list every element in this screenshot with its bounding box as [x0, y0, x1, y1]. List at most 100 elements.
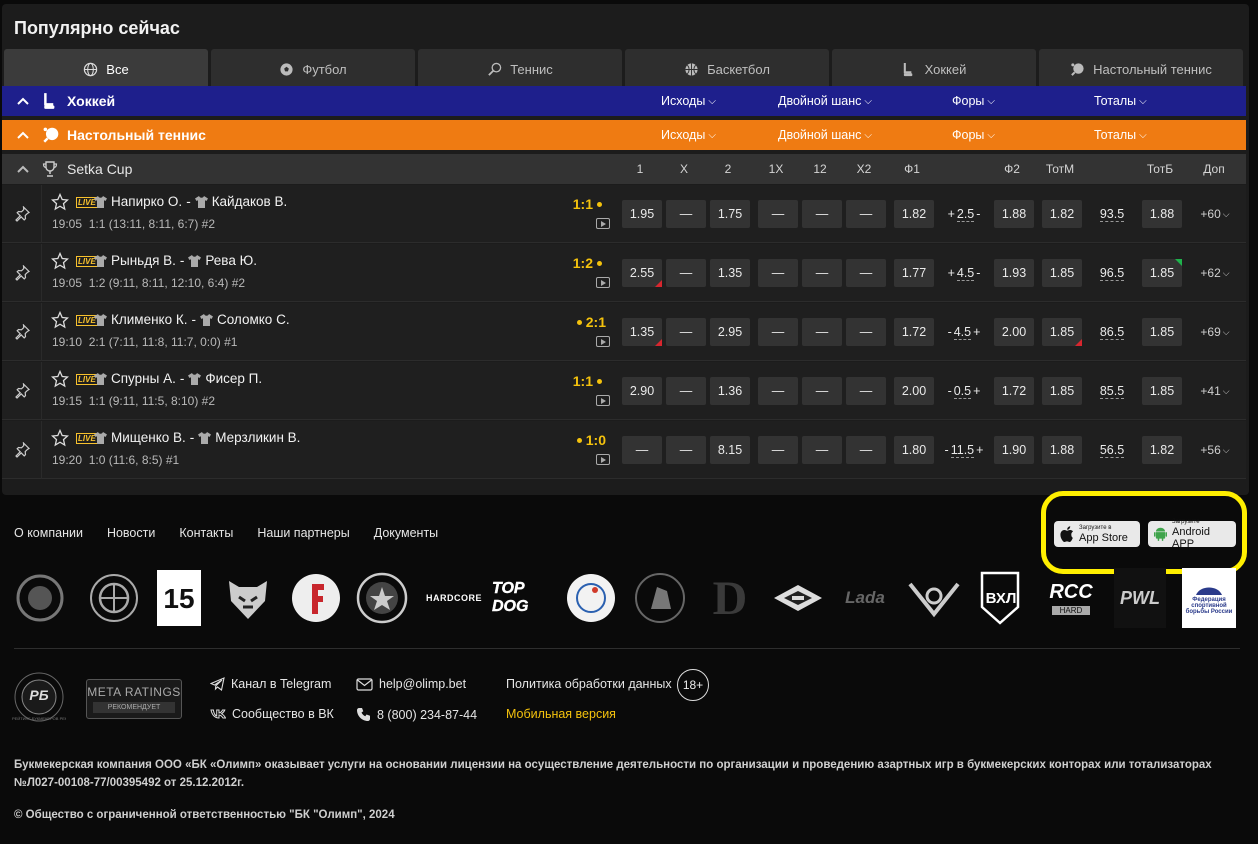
partner-logo-hardcore[interactable]: HARDCORE: [426, 568, 482, 628]
odd-button-totm[interactable]: 1.85: [1042, 259, 1082, 287]
tab-football[interactable]: Футбол: [211, 49, 415, 89]
tab-hockey[interactable]: Хоккей: [832, 49, 1036, 89]
handicap-value[interactable]: +2.5-: [944, 200, 984, 228]
odd-button[interactable]: 1.72: [894, 318, 934, 346]
odd-button[interactable]: —: [666, 318, 706, 346]
odd-button[interactable]: 2.95: [710, 318, 750, 346]
star-icon[interactable]: [50, 310, 70, 329]
star-icon[interactable]: [50, 428, 70, 447]
footer-link-contacts[interactable]: Контакты: [179, 526, 233, 540]
video-icon[interactable]: [596, 395, 610, 406]
match-teams[interactable]: Напирко О. - Кайдаков В.: [94, 194, 287, 209]
handicap-value[interactable]: -0.5 +: [944, 377, 984, 405]
odd-button[interactable]: 2.00: [894, 377, 934, 405]
handicap-value[interactable]: -4.5 +: [944, 318, 984, 346]
chevron-up-icon[interactable]: [12, 86, 34, 116]
odd-button[interactable]: 1.75: [710, 200, 750, 228]
odd-button-f2[interactable]: 2.00: [994, 318, 1034, 346]
video-icon[interactable]: [596, 277, 610, 288]
odd-button[interactable]: —: [802, 436, 842, 464]
partner-logo-badge[interactable]: [354, 568, 410, 628]
privacy-policy-link[interactable]: Политика обработки данных: [506, 677, 672, 691]
tab-table-tennis[interactable]: Настольный теннис: [1039, 49, 1243, 89]
market-handicaps[interactable]: Форы ⌵: [952, 86, 995, 116]
match-teams[interactable]: Спурны А. - Фисер П.: [94, 371, 262, 386]
partner-logo-handball[interactable]: [564, 568, 618, 628]
pin-icon[interactable]: [2, 421, 42, 479]
star-icon[interactable]: [50, 369, 70, 388]
footer-link-about[interactable]: О компании: [14, 526, 83, 540]
odd-button[interactable]: —: [802, 318, 842, 346]
pin-icon[interactable]: [2, 185, 42, 243]
chevron-up-icon[interactable]: [12, 120, 34, 150]
odd-button[interactable]: —: [758, 200, 798, 228]
video-icon[interactable]: [596, 218, 610, 229]
odd-button[interactable]: —: [666, 200, 706, 228]
odd-button[interactable]: 1.80: [894, 436, 934, 464]
more-markets-button[interactable]: +41 ⌵: [1192, 377, 1238, 405]
odd-button-f2[interactable]: 1.88: [994, 200, 1034, 228]
video-icon[interactable]: [596, 336, 610, 347]
partner-logo-dynamo[interactable]: D: [702, 568, 758, 628]
odd-button[interactable]: —: [802, 377, 842, 405]
partner-logo-vhl[interactable]: ВХЛ: [978, 568, 1024, 628]
odd-button-f2[interactable]: 1.72: [994, 377, 1034, 405]
pin-icon[interactable]: [2, 303, 42, 361]
pin-icon[interactable]: [2, 362, 42, 420]
odd-button-totm[interactable]: 1.85: [1042, 318, 1082, 346]
odd-button-f2[interactable]: 1.93: [994, 259, 1034, 287]
partner-logo-basketball-league[interactable]: [86, 568, 142, 628]
total-line[interactable]: 85.5: [1092, 377, 1132, 405]
odd-button[interactable]: —: [758, 318, 798, 346]
market-double-chance[interactable]: Двойной шанс ⌵: [778, 120, 872, 150]
odd-button[interactable]: —: [758, 259, 798, 287]
market-totals[interactable]: Тоталы ⌵: [1094, 120, 1147, 150]
more-markets-button[interactable]: +56 ⌵: [1192, 436, 1238, 464]
partner-logo-15[interactable]: 15: [156, 568, 202, 628]
partner-logo-fakel[interactable]: [288, 568, 344, 628]
partner-logo-wrestling[interactable]: Федерация спортивной борьбы России: [1182, 568, 1236, 628]
odd-button[interactable]: 1.95: [622, 200, 662, 228]
footer-link-documents[interactable]: Документы: [374, 526, 438, 540]
android-app-button[interactable]: Загрузите Android APP: [1148, 519, 1236, 550]
match-row[interactable]: LIVE Рыньдя В. - Рева Ю. 19:05 1:2 (9:11, 8:…: [2, 244, 1246, 302]
odd-button[interactable]: —: [846, 200, 886, 228]
match-row[interactable]: LIVE Клименко К. - Соломко С. 19:10 2:1 (7:1…: [2, 303, 1246, 361]
odd-button[interactable]: —: [666, 436, 706, 464]
odd-button[interactable]: —: [666, 259, 706, 287]
partner-logo-spartak[interactable]: [770, 568, 826, 628]
odd-button[interactable]: 1.82: [894, 200, 934, 228]
odd-button[interactable]: 8.15: [710, 436, 750, 464]
handicap-value[interactable]: -11.5 +: [944, 436, 984, 464]
market-outcomes[interactable]: Исходы ⌵: [661, 120, 716, 150]
odd-button[interactable]: 1.35: [710, 259, 750, 287]
category-table-tennis[interactable]: Настольный теннис Исходы ⌵ Двойной шанс ⌵ …: [2, 120, 1246, 150]
odd-button[interactable]: 1.35: [622, 318, 662, 346]
market-handicaps[interactable]: Форы ⌵: [952, 120, 995, 150]
partner-logo-tiger[interactable]: [220, 568, 276, 628]
match-teams[interactable]: Клименко К. - Соломко С.: [94, 312, 290, 327]
match-teams[interactable]: Мищенко В. - Мерзликин В.: [94, 430, 300, 445]
odd-button-totm[interactable]: 1.82: [1042, 200, 1082, 228]
chevron-up-icon[interactable]: [12, 154, 34, 184]
video-icon[interactable]: [596, 454, 610, 465]
tab-basketball[interactable]: Баскетбол: [625, 49, 829, 89]
match-teams[interactable]: Рыньдя В. - Рева Ю.: [94, 253, 257, 268]
app-store-button[interactable]: Загрузите в App Store: [1054, 521, 1140, 547]
odd-button[interactable]: —: [802, 200, 842, 228]
handicap-value[interactable]: +4.5-: [944, 259, 984, 287]
mobile-version-link[interactable]: Мобильная версия: [506, 707, 616, 721]
telegram-link[interactable]: Канал в Telegram: [210, 677, 331, 691]
star-icon[interactable]: [50, 251, 70, 270]
more-markets-button[interactable]: +60 ⌵: [1192, 200, 1238, 228]
total-line[interactable]: 96.5: [1092, 259, 1132, 287]
odd-button[interactable]: 2.90: [622, 377, 662, 405]
partner-logo-crest[interactable]: [12, 568, 68, 628]
star-icon[interactable]: [50, 192, 70, 211]
partner-logo-volleyball[interactable]: [632, 568, 688, 628]
total-line[interactable]: 56.5: [1092, 436, 1132, 464]
partner-logo-lada[interactable]: Lada: [836, 568, 894, 628]
match-row[interactable]: LIVE Спурны А. - Фисер П. 19:15 1:1 (9:11, 1…: [2, 362, 1246, 420]
total-line[interactable]: 93.5: [1092, 200, 1132, 228]
odd-button[interactable]: 1.36: [710, 377, 750, 405]
